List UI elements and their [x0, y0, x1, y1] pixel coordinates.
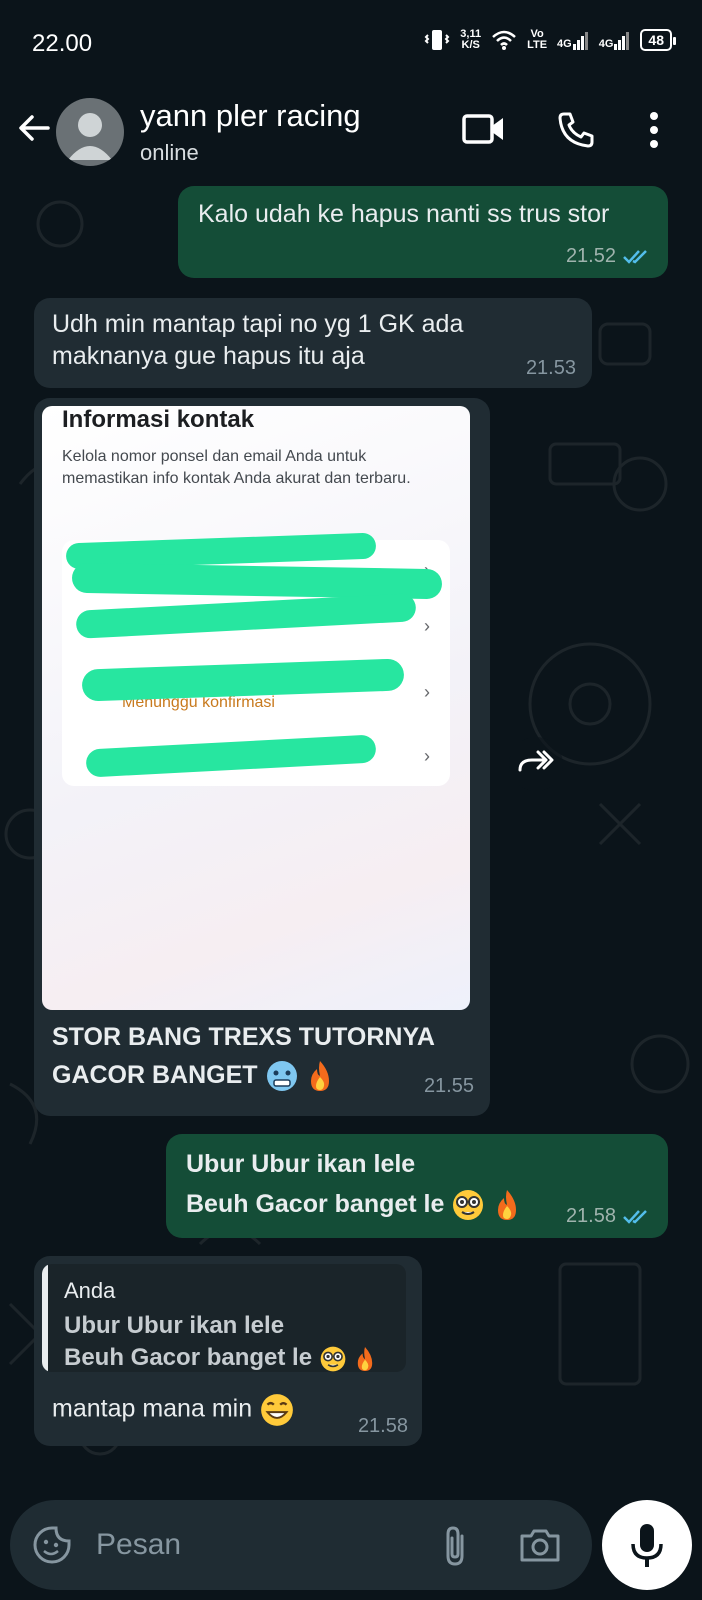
- sticker-emoji-icon[interactable]: [32, 1525, 72, 1565]
- message-text: Kalo udah ke hapus nanti ss trus stor: [198, 200, 610, 228]
- message-time: 21.58: [565, 1205, 616, 1227]
- quoted-sender: Anda: [64, 1278, 116, 1303]
- message-meta: 21.58: [566, 1205, 652, 1228]
- signal-sim1: 4G: [557, 30, 589, 50]
- message-text: mantap mana min: [52, 1392, 295, 1428]
- message-bubble-outgoing[interactable]: Ubur Ubur ikan lele Beuh Gacor banget le…: [166, 1134, 668, 1238]
- image-caption: STOR BANG TREXS TUTORNYA GACOR BANGET: [52, 1018, 435, 1094]
- message-time: 21.52: [565, 245, 616, 267]
- chevron-right-icon: ›: [424, 616, 430, 636]
- status-icons: 3,11 K/S Vo LTE 4G 4G 48: [424, 28, 676, 52]
- message-text: Ubur Ubur ikan lele Beuh Gacor banget le: [186, 1144, 522, 1224]
- cold-face-emoji-icon: [266, 1061, 297, 1092]
- input-bar: [0, 1500, 702, 1600]
- message-text: Udh min mantap tapi no yg 1 GK ada makna…: [52, 310, 464, 370]
- default-avatar-icon: [68, 113, 112, 160]
- message-bubble-image[interactable]: Informasi kontak Kelola nomor ponsel dan…: [34, 398, 490, 1116]
- chat-header: yann pler racing online: [0, 88, 702, 184]
- voice-call-icon[interactable]: [556, 110, 596, 150]
- contact-status: online: [140, 140, 199, 165]
- status-bar: 22.00 3,11 K/S Vo LTE 4G 4G 48: [0, 0, 702, 88]
- read-ticks-icon: [623, 1209, 647, 1224]
- chevron-right-icon: ›: [424, 746, 430, 766]
- read-ticks-icon: [623, 249, 647, 264]
- signal-icon: [572, 32, 588, 50]
- chat-area[interactable]: Kalo udah ke hapus nanti ss trus stor 21…: [0, 184, 702, 1500]
- fire-emoji-icon: [498, 1190, 517, 1221]
- microphone-icon: [631, 1524, 663, 1567]
- signal-sim2: 4G: [599, 30, 631, 50]
- message-bubble-outgoing[interactable]: Kalo udah ke hapus nanti ss trus stor 21…: [178, 186, 668, 278]
- quote-bar: [42, 1264, 48, 1372]
- contact-name[interactable]: yann pler racing: [140, 98, 361, 134]
- attachment-icon[interactable]: [440, 1524, 470, 1568]
- volte-indicator: Vo LTE: [527, 28, 548, 51]
- message-bubble-reply[interactable]: Anda Ubur Ubur ikan lele Beuh Gacor bang…: [34, 1256, 422, 1446]
- message-time: 21.53: [525, 357, 576, 379]
- wifi-icon: [492, 30, 516, 50]
- message-time: 21.58: [357, 1415, 408, 1437]
- image-description: Kelola nomor ponsel dan email Anda untuk…: [62, 448, 411, 487]
- fire-emoji-icon: [358, 1346, 373, 1371]
- forward-icon[interactable]: [508, 736, 564, 792]
- quoted-text: Ubur Ubur ikan lele Beuh Gacor banget le: [64, 1310, 377, 1372]
- nerd-face-emoji-icon: [453, 1190, 484, 1221]
- chevron-right-icon: ›: [424, 682, 430, 702]
- message-meta: 21.52: [566, 245, 652, 268]
- more-options-icon[interactable]: [648, 110, 660, 150]
- message-bubble-incoming[interactable]: Udh min mantap tapi no yg 1 GK ada makna…: [34, 298, 592, 388]
- battery-icon: 48: [640, 29, 676, 51]
- nerd-face-emoji-icon: [320, 1346, 346, 1372]
- message-time: 21.55: [423, 1075, 474, 1097]
- fire-emoji-icon: [311, 1061, 330, 1092]
- back-arrow-icon[interactable]: [14, 108, 54, 148]
- avatar[interactable]: [56, 98, 124, 166]
- camera-icon[interactable]: [518, 1526, 562, 1564]
- message-composer: [10, 1500, 592, 1590]
- quoted-message[interactable]: Anda Ubur Ubur ikan lele Beuh Gacor bang…: [42, 1264, 406, 1372]
- grinning-face-emoji-icon: [261, 1394, 293, 1426]
- signal-icon: [614, 32, 630, 50]
- message-input[interactable]: [94, 1520, 418, 1570]
- shared-image[interactable]: Informasi kontak Kelola nomor ponsel dan…: [42, 406, 470, 1010]
- vibrate-icon: [424, 30, 450, 50]
- network-speed: 3,11 K/S: [460, 28, 482, 51]
- status-time: 22.00: [32, 30, 93, 57]
- video-call-icon[interactable]: [462, 112, 506, 146]
- image-title: Informasi kontak: [62, 406, 255, 433]
- mic-button[interactable]: [602, 1500, 692, 1590]
